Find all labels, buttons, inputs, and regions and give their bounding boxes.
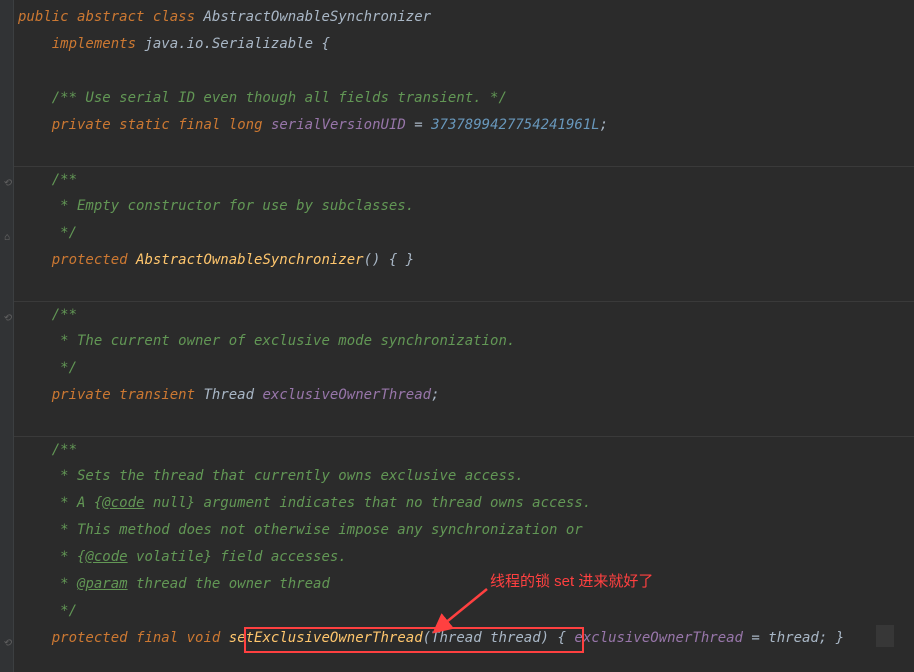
keyword: void (187, 630, 221, 646)
type-ref: java.io.Serializable (144, 36, 313, 52)
doc-comment: * (52, 576, 77, 592)
fold-hint-icon (876, 625, 894, 647)
gutter-marker-icon[interactable]: ⟲ (1, 178, 13, 190)
code-line: protected AbstractOwnableSynchronizer() … (14, 247, 914, 274)
field-ref: exclusiveOwnerThread (574, 630, 743, 646)
doc-comment: */ (52, 360, 77, 376)
code-line (14, 58, 914, 85)
field-name: exclusiveOwnerThread (262, 387, 431, 403)
code-line: * A {@code null} argument indicates that… (14, 490, 914, 517)
code-line: /** (14, 436, 914, 463)
code-line: protected final void setExclusiveOwnerTh… (14, 625, 914, 652)
method-name: setExclusiveOwnerThread (229, 630, 423, 646)
code-line: implements java.io.Serializable { (14, 31, 914, 58)
code-line: */ (14, 598, 914, 625)
doc-comment: * A { (52, 495, 103, 511)
keyword: protected (52, 252, 128, 268)
code-line (14, 274, 914, 301)
keyword: final (136, 630, 178, 646)
keyword: private (52, 117, 111, 133)
keyword: protected (52, 630, 128, 646)
brace: { (313, 36, 330, 52)
parens: () { } (364, 252, 415, 268)
brace: ; } (819, 630, 844, 646)
code-line: * {@code volatile} field accesses. (14, 544, 914, 571)
keyword: implements (52, 36, 136, 52)
code-line (14, 409, 914, 436)
keyword: private (52, 387, 111, 403)
type-ref: Thread (203, 387, 254, 403)
gutter: ⟲ ⌂ ⟲ ⟲ (0, 0, 14, 672)
doc-tag: @code (102, 495, 144, 511)
doc-comment: * Sets the thread that currently owns ex… (52, 468, 524, 484)
keyword: public (18, 9, 69, 25)
var-ref: thread (768, 630, 819, 646)
code-line: /** Use serial ID even though all fields… (14, 85, 914, 112)
doc-comment: * This method does not otherwise impose … (52, 522, 583, 538)
op: = (743, 630, 768, 646)
code-line: /** (14, 166, 914, 193)
doc-comment: /** Use serial ID even though all fields… (52, 90, 507, 106)
code-line: */ (14, 220, 914, 247)
field-name: serialVersionUID (271, 117, 406, 133)
keyword: long (229, 117, 263, 133)
code-line: public abstract class AbstractOwnableSyn… (14, 4, 914, 31)
paren-open: ( (423, 630, 431, 646)
code-line: private static final long serialVersionU… (14, 112, 914, 139)
semicolon: ; (600, 117, 608, 133)
keyword: static (119, 117, 170, 133)
param-type: Thread (431, 630, 482, 646)
constructor-name: AbstractOwnableSynchronizer (136, 252, 364, 268)
keyword: class (153, 9, 195, 25)
gutter-marker-icon[interactable]: ⟲ (1, 313, 13, 325)
doc-tag: @param (77, 576, 128, 592)
code-line: */ (14, 355, 914, 382)
keyword: abstract (77, 9, 144, 25)
class-name: AbstractOwnableSynchronizer (203, 9, 431, 25)
paren-close: ) (541, 630, 549, 646)
code-line (14, 139, 914, 166)
code-line: * Empty constructor for use by subclasse… (14, 193, 914, 220)
doc-tag: @code (85, 549, 127, 565)
doc-comment: * Empty constructor for use by subclasse… (52, 198, 414, 214)
semicolon: ; (431, 387, 439, 403)
code-line: * @param thread the owner thread (14, 571, 914, 598)
code-line: * The current owner of exclusive mode sy… (14, 328, 914, 355)
doc-comment: /** (52, 442, 77, 458)
op: = (406, 117, 431, 133)
code-editor[interactable]: public abstract class AbstractOwnableSyn… (14, 0, 914, 652)
doc-comment: null} argument indicates that no thread … (144, 495, 591, 511)
doc-comment: * { (52, 549, 86, 565)
code-line: * Sets the thread that currently owns ex… (14, 463, 914, 490)
doc-comment: /** (52, 307, 77, 323)
doc-comment: volatile} field accesses. (128, 549, 347, 565)
brace: { (549, 630, 574, 646)
doc-comment: */ (52, 603, 77, 619)
doc-comment: thread the owner thread (128, 576, 330, 592)
gutter-marker-icon[interactable]: ⌂ (1, 232, 13, 244)
doc-comment: * The current owner of exclusive mode sy… (52, 333, 516, 349)
number-literal: 3737899427754241961L (431, 117, 600, 133)
code-line: * This method does not otherwise impose … (14, 517, 914, 544)
code-line: /** (14, 301, 914, 328)
param-name: thread (482, 630, 541, 646)
code-line: private transient Thread exclusiveOwnerT… (14, 382, 914, 409)
doc-comment: */ (52, 225, 77, 241)
keyword: final (178, 117, 220, 133)
keyword: transient (119, 387, 195, 403)
gutter-marker-icon[interactable]: ⟲ (1, 638, 13, 650)
doc-comment: /** (52, 172, 77, 188)
